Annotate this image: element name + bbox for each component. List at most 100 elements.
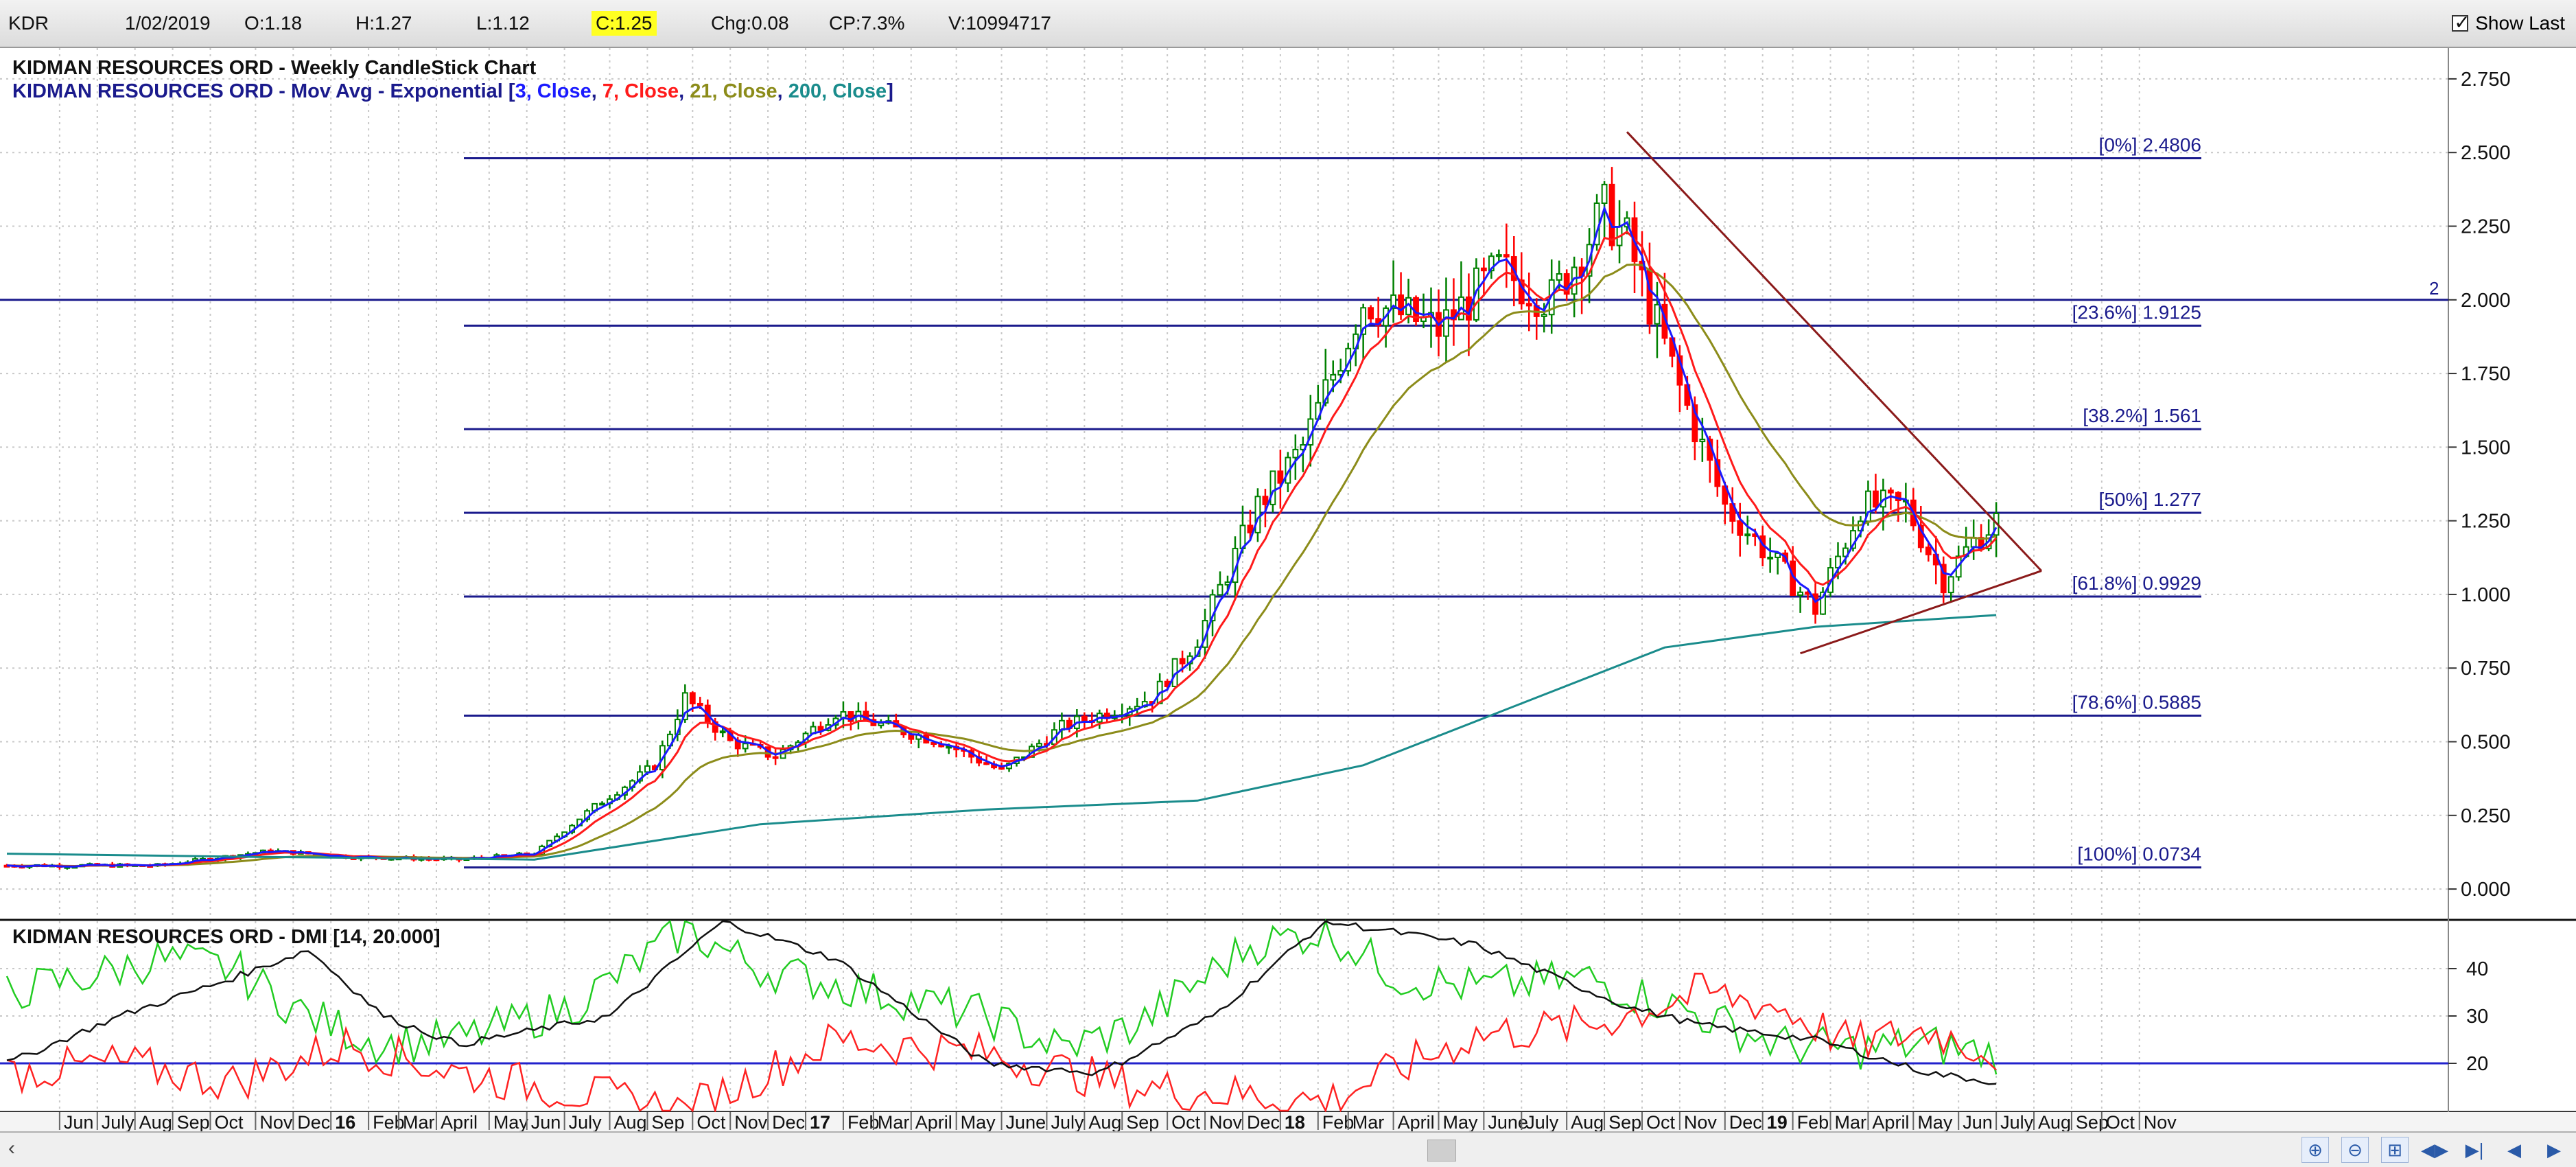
time-tick-label: April	[915, 1112, 952, 1131]
zoom-out-icon[interactable]: ⊖	[2341, 1137, 2369, 1163]
candle-body	[1262, 496, 1269, 505]
time-tick-label: Oct	[215, 1112, 244, 1131]
scrollbar[interactable]: ‹ ⊕ ⊖ ⊞ ◀▶ ▶| ◀ ▶	[0, 1131, 2576, 1167]
candle-body	[772, 756, 779, 759]
candle-body	[1654, 303, 1661, 325]
candle-body	[1970, 537, 1977, 548]
scroll-left-icon[interactable]: ‹	[8, 1137, 15, 1160]
dmi-tick-label: 30	[2466, 1006, 2488, 1028]
time-tick-label: Feb	[847, 1112, 880, 1131]
time-tick-label: July	[1525, 1112, 1559, 1131]
fibonacci-label: [50%] 1.277	[2099, 489, 2201, 510]
candle-body	[1036, 743, 1042, 748]
time-tick-label: Sep	[177, 1112, 210, 1131]
fibonacci-label: [78.6%] 0.5885	[2072, 692, 2201, 713]
low-value: L:1.12	[476, 12, 530, 34]
navigation-buttons: ⊕ ⊖ ⊞ ◀▶ ▶| ◀ ▶	[2302, 1137, 2568, 1163]
close-value: C:1.25	[592, 11, 657, 36]
step-forward-icon[interactable]: ▶	[2540, 1137, 2568, 1163]
zoom-in-icon[interactable]: ⊕	[2302, 1137, 2329, 1163]
time-tick-label: Sep	[1608, 1112, 1641, 1131]
candle-body	[1179, 658, 1186, 665]
start-icon[interactable]: ◀▶	[2421, 1137, 2448, 1163]
time-tick-label: Oct	[2106, 1112, 2135, 1131]
time-tick-label: Mar	[878, 1112, 910, 1131]
time-tick-label: Nov	[259, 1112, 293, 1131]
time-tick-label: Nov	[2144, 1112, 2177, 1131]
time-tick-label: Dec	[772, 1112, 805, 1131]
candle-body	[878, 722, 885, 726]
price-tick-label: 0.750	[2461, 658, 2511, 680]
candle-body	[1947, 576, 1954, 594]
candle-body	[1556, 273, 1562, 281]
time-tick-label: April	[1398, 1112, 1435, 1131]
time-tick-label: May	[1917, 1112, 1953, 1131]
candle-body	[1601, 183, 1608, 204]
time-tick-label: July	[569, 1112, 602, 1131]
show-last-toggle[interactable]: Show Last	[2452, 10, 2565, 37]
price-tick-label: 2.500	[2461, 142, 2511, 164]
candle-body	[742, 743, 749, 750]
candle-body	[696, 702, 703, 706]
candle-body	[1541, 314, 1547, 317]
time-tick-label: Aug	[1088, 1112, 1121, 1131]
volume-value: V:10994717	[948, 12, 1051, 34]
time-axis: Jun July Aug Sep Oct Nov Dec 16 FebMar April May Ju…	[0, 1112, 2576, 1131]
time-tick-label: Aug	[614, 1112, 647, 1131]
legend-item: 3, Close	[515, 80, 592, 102]
fit-icon[interactable]: ⊞	[2381, 1137, 2409, 1163]
show-last-label: Show Last	[2475, 12, 2565, 34]
candle-body	[1217, 584, 1223, 596]
candle-body	[1744, 533, 1751, 537]
time-tick-label: Feb	[373, 1112, 405, 1131]
candle-body	[1925, 546, 1932, 555]
candle-body	[1495, 254, 1502, 257]
time-tick-label: Jun	[64, 1112, 94, 1131]
time-tick-label: 19	[1767, 1112, 1788, 1131]
candle-body	[1292, 448, 1299, 459]
candle-body	[998, 767, 1005, 770]
candle-body	[1873, 490, 1879, 508]
time-tick-label: Aug	[139, 1112, 172, 1131]
legend-item: 200, Close	[788, 80, 887, 102]
candle-body	[1277, 470, 1284, 484]
step-back-icon[interactable]: ◀	[2501, 1137, 2528, 1163]
candle-body	[1503, 254, 1510, 258]
fibonacci-label: [61.8%] 0.9929	[2072, 573, 2201, 594]
quote-toolbar: KDR 1/02/2019 O:1.18 H:1.27 L:1.12 C:1.2…	[0, 0, 2576, 48]
time-tick-label: Jun	[531, 1112, 561, 1131]
show-last-checkbox[interactable]	[2452, 11, 2470, 34]
time-tick-label: Oct	[1646, 1112, 1676, 1131]
time-tick-label: Dec	[1729, 1112, 1762, 1131]
price-tick-label: 2.250	[2461, 216, 2511, 238]
time-tick-label: 16	[335, 1112, 355, 1131]
fibonacci-label: [100%] 0.0734	[2077, 844, 2201, 865]
legend-item: 21, Close	[690, 80, 777, 102]
time-tick-label: July	[1051, 1112, 1084, 1131]
fibonacci-label: [38.2%] 1.561	[2083, 405, 2201, 426]
time-tick-label: Sep	[2076, 1112, 2109, 1131]
time-tick-label: Feb	[1322, 1112, 1355, 1131]
candle-body	[599, 802, 605, 806]
time-tick-label: Dec	[297, 1112, 330, 1131]
time-tick-label: 17	[810, 1112, 830, 1131]
open-value: O:1.18	[244, 12, 303, 34]
chart-canvas[interactable]: 2 [0%] 2.4806 [23.6%] 1.9125 [38.2%] 1.561…	[0, 48, 2576, 1131]
candle-body	[719, 730, 726, 734]
price-tick-label: 2.000	[2461, 290, 2511, 312]
legend-separator: ,	[592, 80, 602, 102]
candle-body	[1737, 520, 1744, 536]
candle-body	[1368, 307, 1374, 320]
time-tick-label: Nov	[1209, 1112, 1243, 1131]
time-tick-label: May	[493, 1112, 529, 1131]
time-tick-label: Aug	[2038, 1112, 2071, 1131]
change-percent-value: CP:7.3%	[829, 12, 905, 34]
candle-body	[1480, 267, 1487, 272]
time-tick-label: April	[441, 1112, 478, 1131]
candle-body	[1525, 303, 1532, 307]
end-icon[interactable]: ▶|	[2461, 1137, 2488, 1163]
time-tick-label: May	[1442, 1112, 1478, 1131]
scroll-thumb[interactable]	[1427, 1140, 1456, 1162]
time-tick-label: Oct	[696, 1112, 726, 1131]
time-tick-label: Jun	[1963, 1112, 1993, 1131]
